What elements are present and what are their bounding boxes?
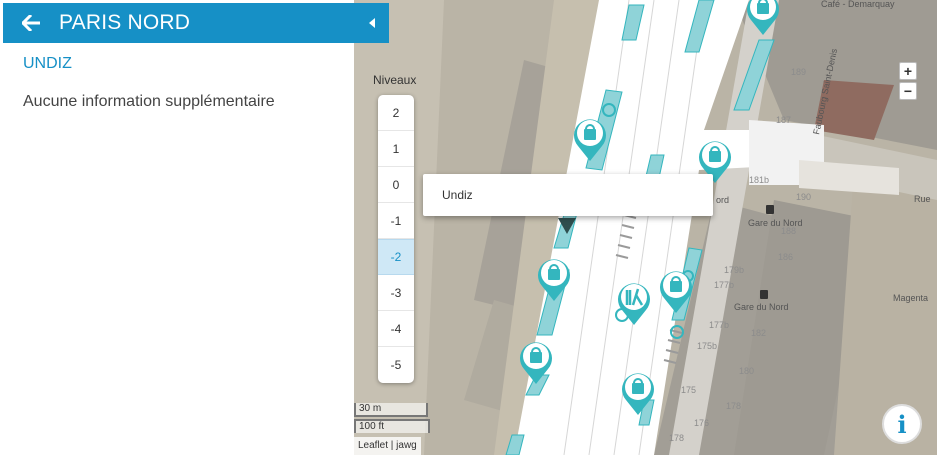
street-number-label: 182 xyxy=(751,328,766,338)
level-button[interactable]: 0 xyxy=(378,167,414,203)
info-button[interactable]: i xyxy=(882,404,922,444)
levels-label: Niveaux xyxy=(373,73,417,87)
popup-store-name: Undiz xyxy=(442,188,473,202)
map-view[interactable]: 189 187 181b 190 188 186 179b 177b 177b … xyxy=(354,0,937,455)
level-button[interactable]: -1 xyxy=(378,203,414,239)
info-icon: i xyxy=(897,409,907,439)
store-info-text: Aucune information supplémentaire xyxy=(23,93,275,110)
station-label-fragment: ord xyxy=(716,195,729,205)
street-number-label: 186 xyxy=(778,252,793,262)
metro-icon xyxy=(760,290,768,299)
street-number-label: 190 xyxy=(796,192,811,202)
scale-metric: 30 m xyxy=(354,403,428,417)
level-button[interactable]: -3 xyxy=(378,275,414,311)
street-number-label: 177b xyxy=(714,280,734,290)
zoom-in-button[interactable]: + xyxy=(899,62,917,80)
street-number-label: 180 xyxy=(739,366,754,376)
level-button[interactable]: -4 xyxy=(378,311,414,347)
street-number-label: 175b xyxy=(697,341,717,351)
collapse-panel-button[interactable] xyxy=(354,3,389,43)
street-name-label: Magenta xyxy=(893,293,928,303)
shop-bag-icon[interactable] xyxy=(518,339,554,390)
shop-bag-icon[interactable] xyxy=(620,370,656,421)
store-name-link[interactable]: UNDIZ xyxy=(23,55,72,73)
store-popup[interactable]: Undiz xyxy=(423,174,713,216)
zoom-control: + − xyxy=(899,62,918,102)
street-number-label: 176 xyxy=(694,418,709,428)
street-number-label: 178 xyxy=(726,401,741,411)
street-number-label: 179b xyxy=(724,265,744,275)
level-button[interactable]: 1 xyxy=(378,131,414,167)
street-number-label: 178 xyxy=(669,433,684,443)
shop-bag-icon[interactable] xyxy=(572,116,608,167)
level-button[interactable]: -5 xyxy=(378,347,414,383)
shop-bag-icon[interactable] xyxy=(745,0,781,41)
chevron-left-icon xyxy=(368,18,375,28)
cafe-label: Café - Demarquay xyxy=(821,0,895,9)
level-selector: 2 1 0 -1 -2 -3 -4 -5 xyxy=(378,95,414,383)
station-title: PARIS NORD xyxy=(59,11,191,34)
metro-icon xyxy=(766,205,774,214)
scale-imperial: 100 ft xyxy=(354,419,430,433)
street-number-label: 175 xyxy=(681,385,696,395)
map-attribution[interactable]: Leaflet | jawg xyxy=(354,437,421,455)
scale-control: 30 m 100 ft xyxy=(354,403,430,433)
level-button-active[interactable]: -2 xyxy=(378,239,414,275)
food-drink-icon[interactable] xyxy=(616,280,652,331)
level-button[interactable]: 2 xyxy=(378,95,414,131)
metro-station-label: Gare du Nord xyxy=(734,302,789,312)
street-number-label: 177b xyxy=(709,320,729,330)
street-number-label: 189 xyxy=(791,67,806,77)
street-name-label: Rue xyxy=(914,194,931,204)
panel-header: PARIS NORD xyxy=(3,3,354,43)
shop-bag-icon[interactable] xyxy=(536,256,572,307)
street-number-label: 187 xyxy=(776,115,791,125)
back-arrow-icon[interactable] xyxy=(3,3,59,43)
store-details-panel: PARIS NORD UNDIZ Aucune information supp… xyxy=(0,0,354,455)
shop-bag-icon[interactable] xyxy=(658,268,694,319)
metro-station-label: Gare du Nord xyxy=(748,218,803,228)
street-number-label: 181b xyxy=(749,175,769,185)
zoom-out-button[interactable]: − xyxy=(899,82,917,100)
